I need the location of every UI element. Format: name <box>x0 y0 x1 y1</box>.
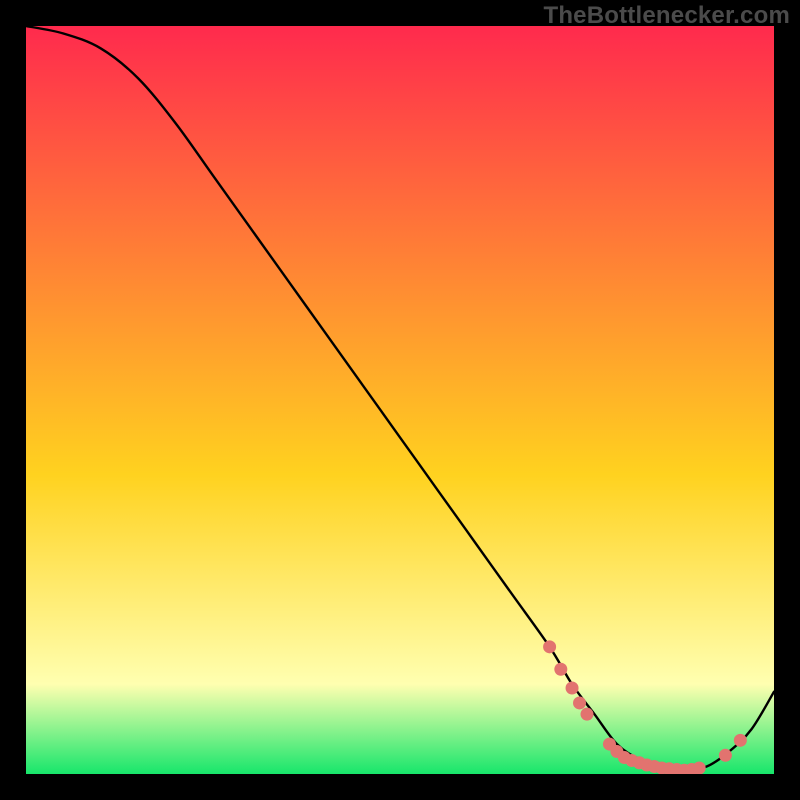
data-marker <box>543 640 556 653</box>
data-marker <box>693 762 706 774</box>
data-marker <box>734 734 747 747</box>
data-marker <box>554 663 567 676</box>
chart-frame: TheBottlenecker.com <box>0 0 800 800</box>
data-marker <box>581 708 594 721</box>
data-marker <box>719 749 732 762</box>
data-marker <box>573 696 586 709</box>
watermark-text: TheBottlenecker.com <box>543 2 790 30</box>
gradient-background <box>26 26 774 774</box>
bottleneck-chart <box>26 26 774 774</box>
data-marker <box>566 681 579 694</box>
